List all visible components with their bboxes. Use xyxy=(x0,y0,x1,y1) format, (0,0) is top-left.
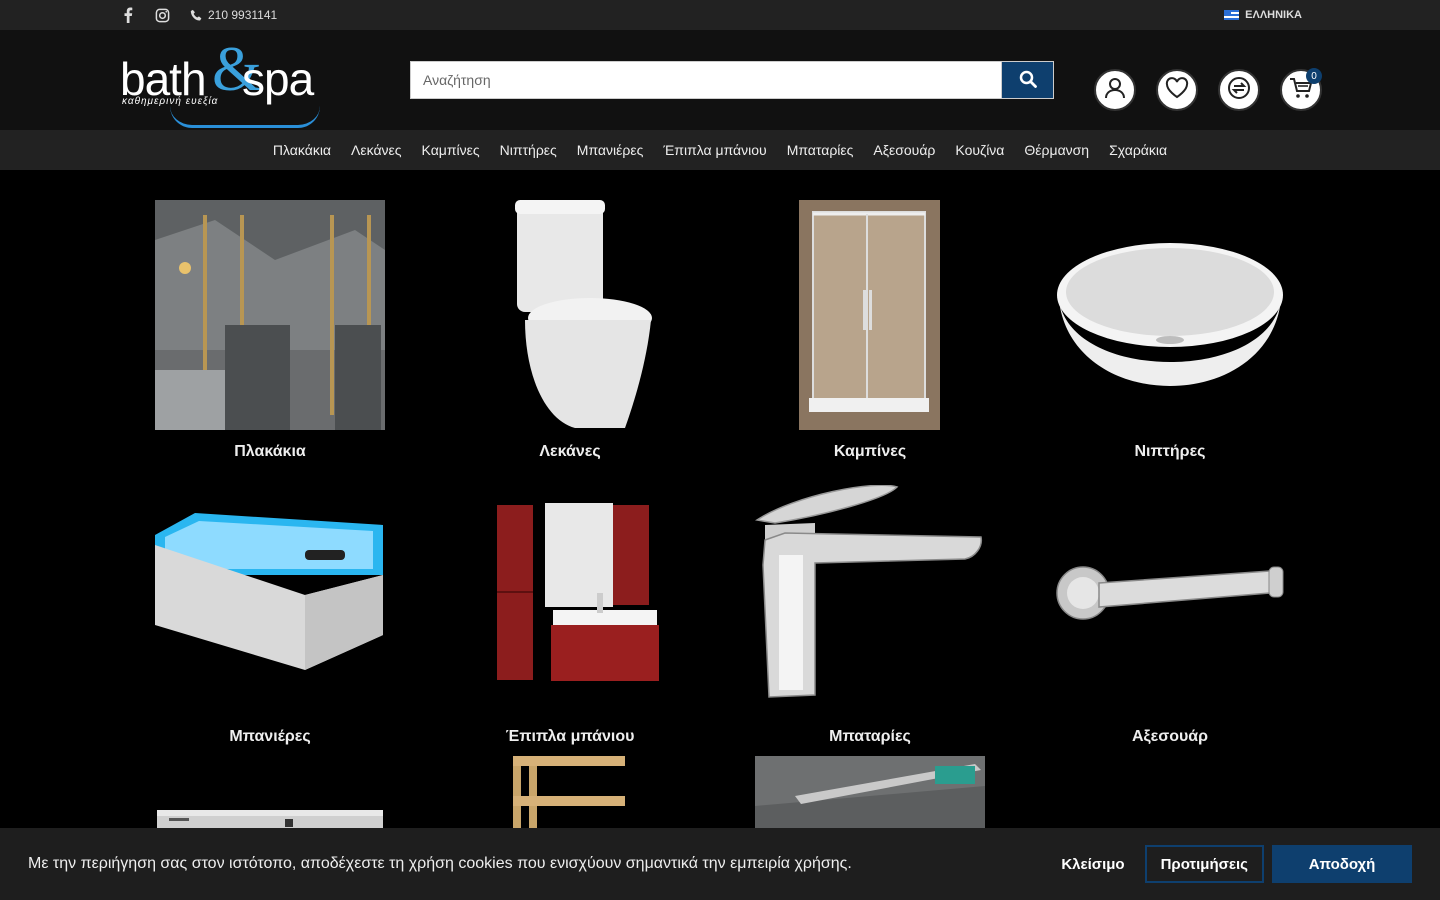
faucet-image xyxy=(754,484,983,698)
heating-image xyxy=(513,756,625,828)
compare-icon xyxy=(1227,76,1251,105)
category-label: Πλακάκια xyxy=(234,443,306,460)
nav-item-furniture[interactable]: Έπιπλα μπάνιου xyxy=(663,142,766,158)
category-tile-furniture[interactable]: Έπιπλα μπάνιου xyxy=(420,485,720,746)
header-actions: 0 xyxy=(1094,68,1322,111)
user-icon xyxy=(1103,76,1127,105)
nav-item-toilets[interactable]: Λεκάνες xyxy=(351,142,402,158)
category-label: Νιπτήρες xyxy=(1134,443,1206,460)
category-label: Λεκάνες xyxy=(539,443,601,460)
cookie-close-button[interactable]: Κλείσιμο xyxy=(1061,856,1124,873)
category-label: Καμπίνες xyxy=(833,443,907,460)
category-tile-bathtubs[interactable]: Μπανιέρες xyxy=(120,485,420,746)
category-tile-faucets[interactable]: Μπαταρίες xyxy=(720,484,1020,746)
phone-number: 210 9931141 xyxy=(208,8,278,22)
category-tile-accessories[interactable]: Αξεσουάρ xyxy=(1020,485,1320,746)
category-label: Έπιπλα μπάνιου xyxy=(505,728,635,745)
category-label: Μπαταρίες xyxy=(829,728,911,745)
basin-image xyxy=(1057,243,1283,386)
language-label: ΕΛΛΗΝΙΚΑ xyxy=(1245,9,1302,21)
nav-item-bathtubs[interactable]: Μπανιέρες xyxy=(577,142,644,158)
cookie-preferences-button[interactable]: Προτιμήσεις xyxy=(1144,845,1264,883)
top-bar: 210 9931141 ΕΛΛΗΝΙΚΑ xyxy=(0,0,1440,30)
search-icon xyxy=(1019,70,1037,91)
instagram-icon[interactable] xyxy=(154,7,170,23)
logo-swoosh xyxy=(170,106,320,128)
cart-count-badge: 0 xyxy=(1306,68,1322,84)
nav-item-basins[interactable]: Νιπτήρες xyxy=(500,142,557,158)
toilet-image xyxy=(455,200,685,430)
category-tile-cabins[interactable]: Καμπίνες xyxy=(720,200,1020,461)
account-button[interactable] xyxy=(1094,69,1136,111)
shower-cabin-image xyxy=(799,200,940,430)
logo[interactable]: bath & spa καθημερινή ευεξία xyxy=(120,32,320,128)
facebook-icon[interactable] xyxy=(120,7,136,23)
logo-spa: spa xyxy=(242,53,314,105)
phone-icon xyxy=(188,7,204,23)
heart-icon xyxy=(1165,76,1189,104)
nav-item-grates[interactable]: Σχαράκια xyxy=(1109,142,1167,158)
logo-tagline: καθημερινή ευεξία xyxy=(122,96,219,107)
nav-item-cabins[interactable]: Καμπίνες xyxy=(422,142,480,158)
nav-item-heating[interactable]: Θέρμανση xyxy=(1024,142,1089,158)
bathroom-furniture-image xyxy=(497,503,659,681)
category-label: Μπανιέρες xyxy=(229,728,311,745)
cookie-message: Με την περιήγηση σας στον ιστότοπο, αποδ… xyxy=(28,855,852,872)
main-nav: Πλακάκια Λεκάνες Καμπίνες Νιπτήρες Μπανι… xyxy=(0,130,1440,170)
search-input[interactable] xyxy=(410,61,1002,99)
compare-button[interactable] xyxy=(1218,69,1260,111)
wishlist-button[interactable] xyxy=(1156,69,1198,111)
nav-item-accessories[interactable]: Αξεσουάρ xyxy=(873,142,935,158)
category-tile-toilets[interactable]: Λεκάνες xyxy=(420,200,720,461)
language-selector[interactable]: ΕΛΛΗΝΙΚΑ xyxy=(1224,9,1302,21)
cart-button[interactable]: 0 xyxy=(1280,68,1322,111)
accessory-image xyxy=(1056,566,1284,620)
nav-item-faucets[interactable]: Μπαταρίες xyxy=(787,142,854,158)
phone-link[interactable]: 210 9931141 xyxy=(188,7,277,23)
drain-image xyxy=(755,756,985,828)
nav-item-tiles[interactable]: Πλακάκια xyxy=(273,142,331,158)
search-button[interactable] xyxy=(1002,61,1054,99)
tiles-image xyxy=(155,200,385,430)
search-bar xyxy=(410,61,1054,99)
nav-item-kitchen[interactable]: Κουζίνα xyxy=(955,142,1004,158)
cookie-banner: Με την περιήγηση σας στον ιστότοπο, αποδ… xyxy=(0,828,1440,900)
category-label: Αξεσουάρ xyxy=(1131,728,1209,745)
cookie-accept-button[interactable]: Αποδοχή xyxy=(1272,845,1412,883)
bathtub-image xyxy=(155,513,383,670)
category-tile-basins[interactable]: Νιπτήρες xyxy=(1020,200,1320,461)
greek-flag-icon xyxy=(1224,10,1240,20)
category-tile-tiles[interactable]: Πλακάκια xyxy=(120,200,420,461)
header: bath & spa καθημερινή ευεξία Αναζήτηση 0 xyxy=(0,30,1440,130)
kitchen-image xyxy=(157,810,383,828)
